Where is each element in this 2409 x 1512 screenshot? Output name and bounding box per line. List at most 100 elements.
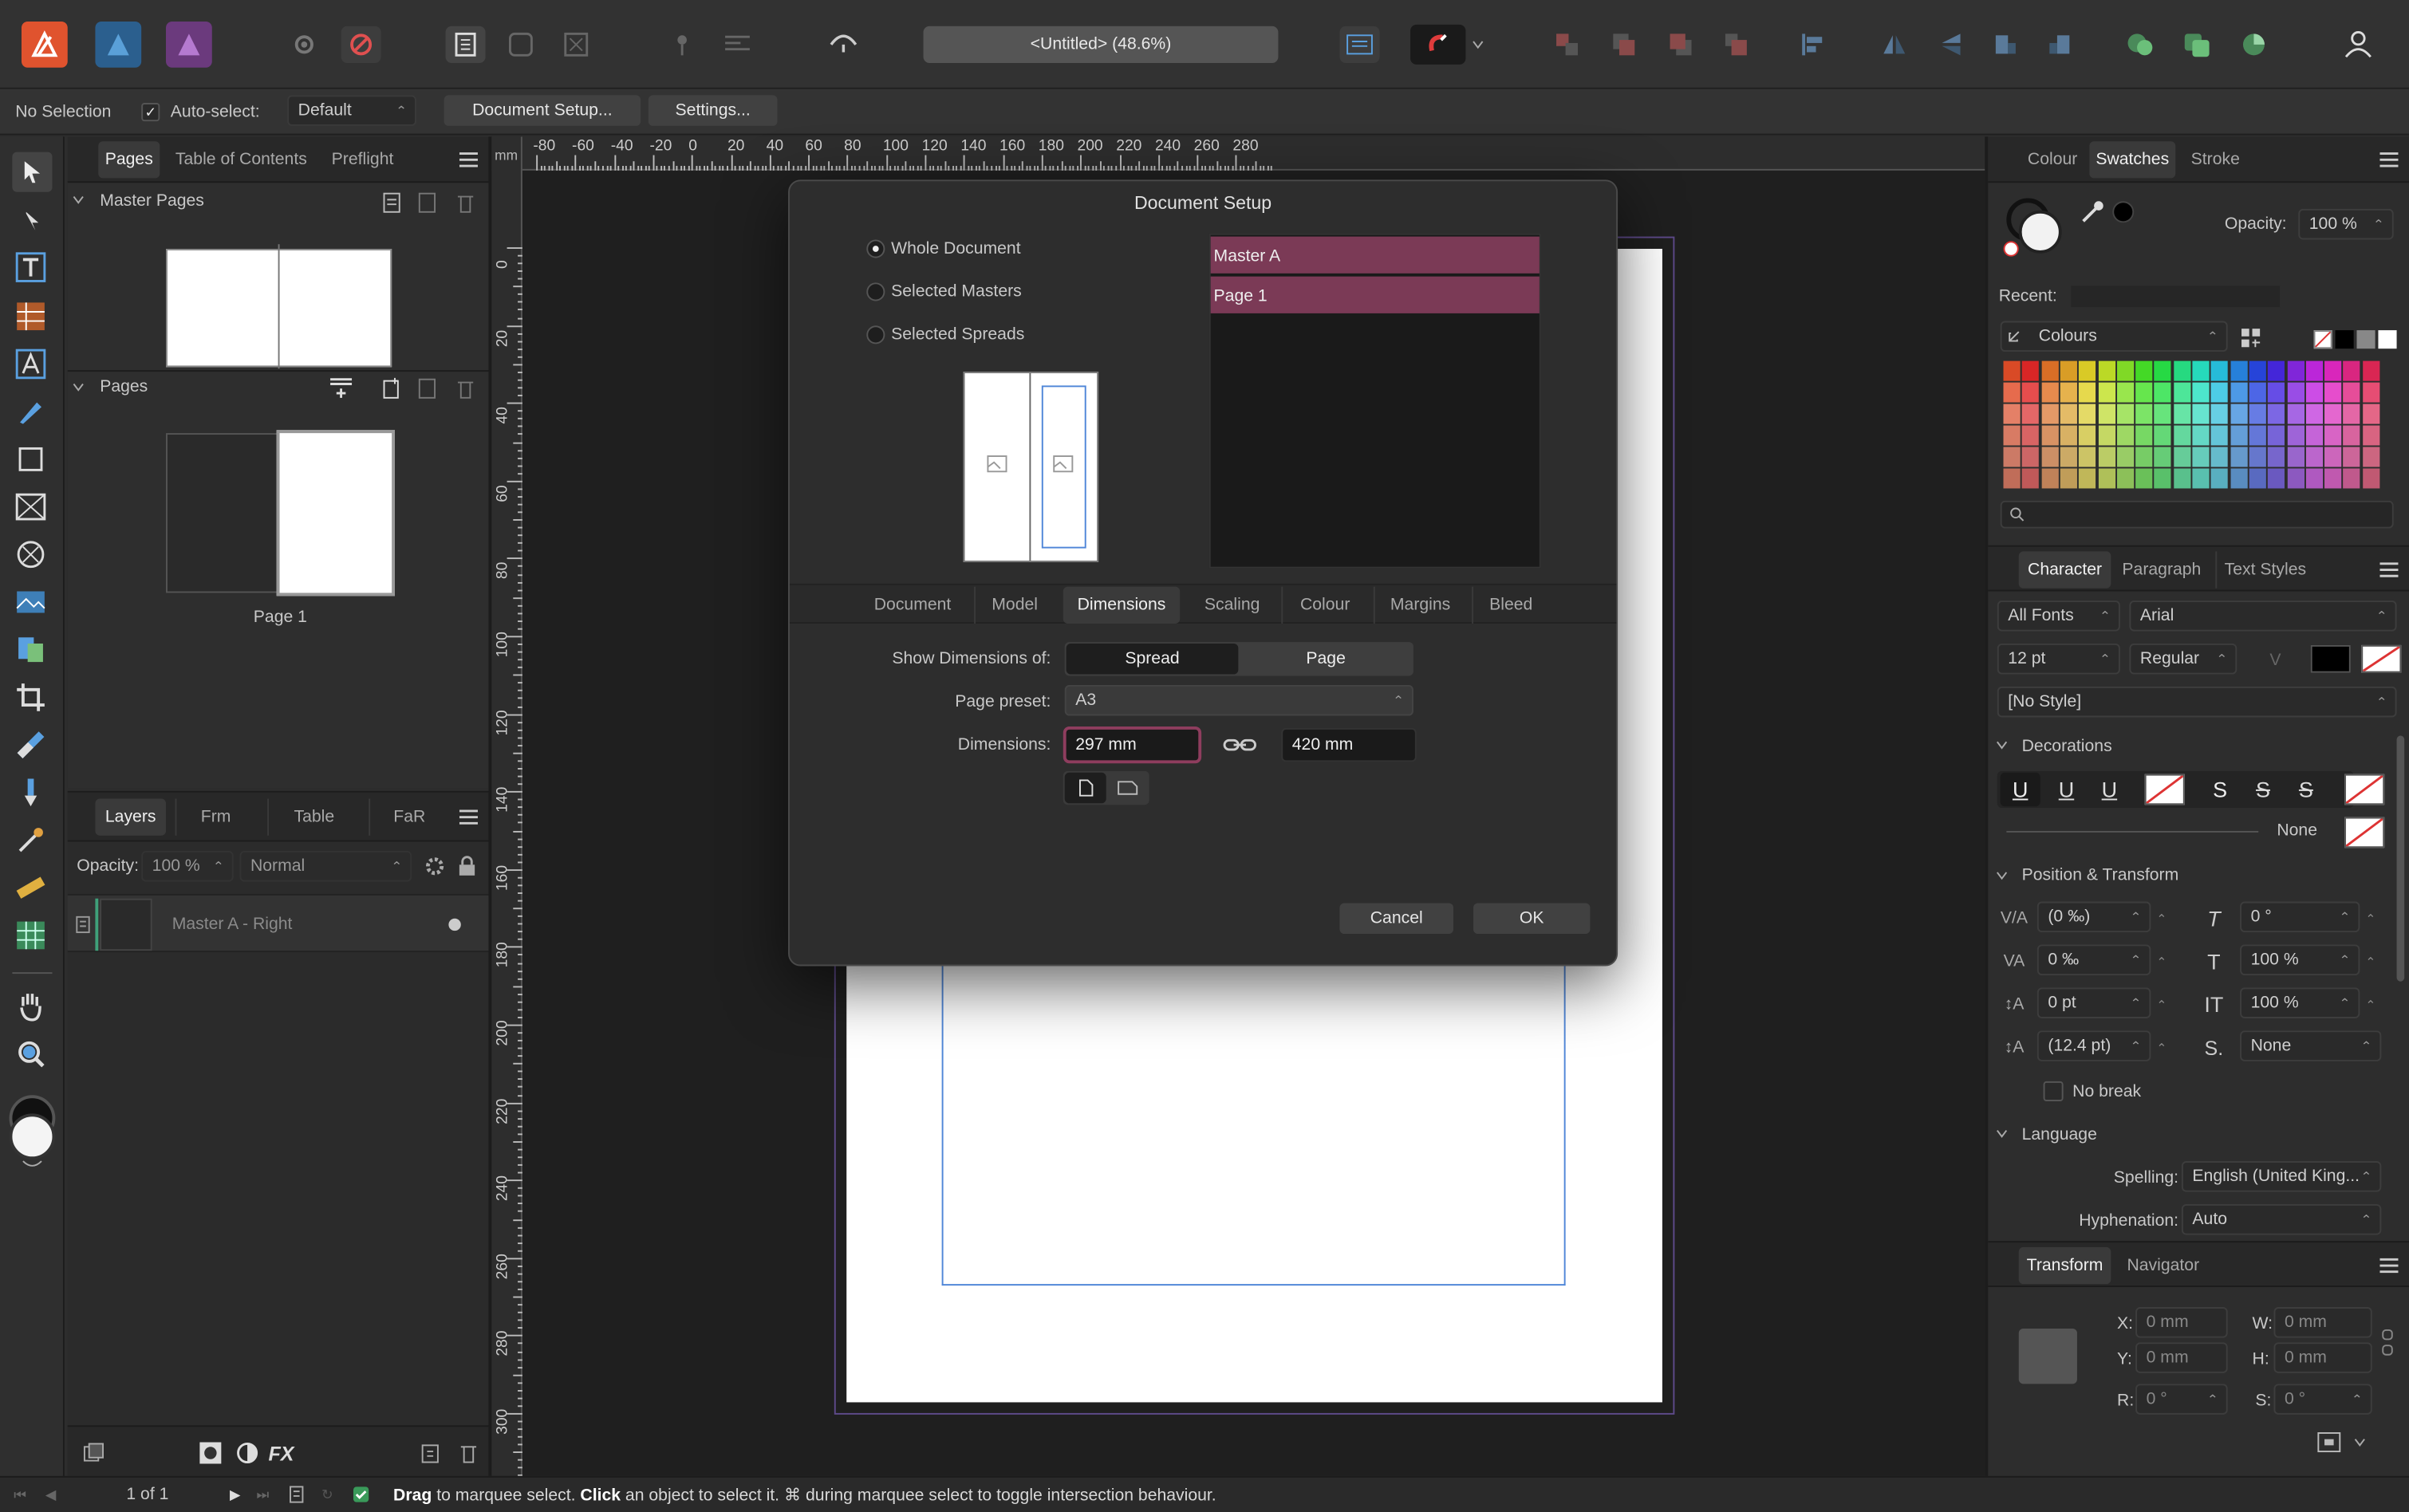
colour-swatch[interactable]	[2116, 382, 2134, 403]
colour-swatch[interactable]	[2135, 404, 2153, 424]
colour-swatch[interactable]	[2343, 360, 2361, 381]
text-highlight-swatch[interactable]	[2361, 644, 2402, 673]
colour-swatch[interactable]	[2155, 360, 2172, 381]
colour-swatch[interactable]	[2324, 404, 2342, 424]
text-colour-swatch[interactable]	[2310, 644, 2351, 673]
colour-swatch[interactable]	[2211, 382, 2229, 403]
font-family-dropdown[interactable]: Arial	[2129, 600, 2397, 632]
ok-button[interactable]: OK	[1473, 903, 1591, 935]
collapse-chevron-icon[interactable]	[68, 186, 89, 214]
page-thumbnail[interactable]	[276, 430, 395, 597]
document-setup-button[interactable]: Document Setup...	[444, 95, 641, 126]
colour-swatch[interactable]	[2040, 360, 2059, 381]
delete-page-icon[interactable]	[451, 372, 479, 405]
colour-swatch[interactable]	[2003, 468, 2021, 489]
tab-scaling[interactable]: Scaling	[1189, 587, 1275, 624]
colour-swatch[interactable]	[2155, 382, 2172, 403]
lock-ratio-icon[interactable]	[2375, 1325, 2400, 1359]
colour-swatch[interactable]	[2097, 382, 2115, 403]
colour-swatch[interactable]	[2097, 360, 2115, 381]
colour-swatch[interactable]	[2268, 404, 2285, 424]
place-image-tool-icon[interactable]	[14, 585, 47, 619]
stepper-icon[interactable]: ⌃	[2360, 987, 2381, 1021]
colour-swatch[interactable]	[2116, 404, 2134, 424]
colour-swatch[interactable]	[2286, 468, 2305, 489]
collapse-chevron-icon[interactable]	[1991, 731, 2013, 759]
colour-swatch[interactable]	[2230, 382, 2247, 403]
colour-swatch[interactable]	[2286, 382, 2305, 403]
preflight-ok-icon[interactable]	[347, 1479, 375, 1510]
colour-swatch[interactable]	[2040, 382, 2059, 403]
layer-row[interactable]: Master A - Right	[67, 893, 489, 953]
colour-swatch[interactable]	[2268, 360, 2285, 381]
link-dimensions-icon[interactable]	[1223, 728, 1256, 762]
colour-swatch[interactable]	[2079, 382, 2096, 403]
collapse-chevron-icon[interactable]	[1991, 861, 2013, 889]
colour-swatch[interactable]	[2003, 425, 2021, 446]
colour-swatch[interactable]	[2268, 425, 2285, 446]
shear-transform-field[interactable]: 0 °	[2273, 1384, 2372, 1415]
gear-icon[interactable]	[287, 28, 321, 61]
colour-swatch[interactable]	[2305, 404, 2323, 424]
tab-transform[interactable]: Transform	[2018, 1246, 2111, 1285]
flip-vertical-icon[interactable]	[1934, 28, 1968, 61]
colour-swatch[interactable]	[2249, 404, 2266, 424]
y-field[interactable]: 0 mm	[2135, 1342, 2228, 1373]
superscript-dropdown[interactable]: None	[2240, 1030, 2382, 1061]
strikethrough-icon[interactable]: S	[2200, 773, 2240, 806]
radio-selected-masters[interactable]	[866, 282, 885, 301]
colour-swatch[interactable]	[2343, 468, 2361, 489]
move-forward-icon[interactable]	[1664, 28, 1697, 61]
delete-master-icon[interactable]	[451, 186, 479, 219]
colour-swatch[interactable]	[2192, 447, 2210, 467]
landscape-icon[interactable]	[1106, 773, 1148, 804]
publisher-persona-icon[interactable]	[21, 21, 68, 68]
panel-menu-icon[interactable]	[2372, 143, 2406, 176]
next-page-icon[interactable]: ▶	[221, 1479, 249, 1510]
account-icon[interactable]	[2341, 26, 2375, 60]
pen-tool-icon[interactable]	[14, 395, 47, 428]
stepper-icon[interactable]: ⌃	[2151, 902, 2172, 935]
w-field[interactable]: 0 mm	[2273, 1307, 2372, 1338]
no-break-checkbox[interactable]	[2043, 1081, 2064, 1101]
colour-swatch[interactable]	[2343, 382, 2361, 403]
colour-swatch[interactable]	[2343, 425, 2361, 446]
stepper-icon[interactable]: ⌃	[2360, 902, 2381, 935]
strike-colour-swatch[interactable]	[2344, 774, 2385, 805]
measure-tool-icon[interactable]	[14, 871, 47, 904]
colour-swatch[interactable]	[2268, 447, 2285, 467]
layer-visibility-dot[interactable]	[448, 918, 461, 931]
colour-swatch[interactable]	[2060, 468, 2077, 489]
colour-swatch[interactable]	[2135, 382, 2153, 403]
colour-swatch[interactable]	[2343, 404, 2361, 424]
paragraph-style-dropdown[interactable]: [No Style]	[1997, 686, 2397, 718]
colour-swatch[interactable]	[2079, 360, 2096, 381]
zoom-tool-icon[interactable]	[14, 1037, 47, 1070]
colour-swatch[interactable]	[2003, 360, 2021, 381]
colour-swatch[interactable]	[2211, 425, 2229, 446]
leading-field[interactable]: (12.4 pt)	[2036, 1030, 2151, 1061]
add-page-icon[interactable]	[378, 372, 406, 405]
history-icon[interactable]	[2237, 28, 2270, 61]
hand-tool-icon[interactable]	[14, 989, 47, 1022]
transparency-tool-icon[interactable]	[14, 728, 47, 762]
colour-swatch[interactable]	[2079, 447, 2096, 467]
colour-swatch[interactable]	[2135, 468, 2153, 489]
colour-swatch[interactable]	[2060, 425, 2077, 446]
pin-icon[interactable]	[665, 28, 699, 61]
underline-alt-icon[interactable]: U	[2089, 773, 2129, 806]
colour-swatch[interactable]	[2173, 404, 2190, 424]
tab-swatches[interactable]: Swatches	[2089, 141, 2176, 179]
colour-swatch[interactable]	[2040, 404, 2059, 424]
colour-swatch[interactable]	[2097, 468, 2115, 489]
move-to-back-icon[interactable]	[1550, 28, 1583, 61]
tab-document[interactable]: Document	[861, 587, 965, 624]
tab-preflight[interactable]: Preflight	[322, 141, 402, 178]
colour-swatch[interactable]	[2249, 447, 2266, 467]
eyedropper-icon[interactable]	[2077, 195, 2108, 229]
colour-swatch[interactable]	[2362, 447, 2379, 467]
colour-swatch[interactable]	[2211, 404, 2229, 424]
colour-swatch[interactable]	[2249, 360, 2266, 381]
radio-whole-document[interactable]	[866, 239, 885, 258]
lock-icon[interactable]	[450, 849, 483, 883]
